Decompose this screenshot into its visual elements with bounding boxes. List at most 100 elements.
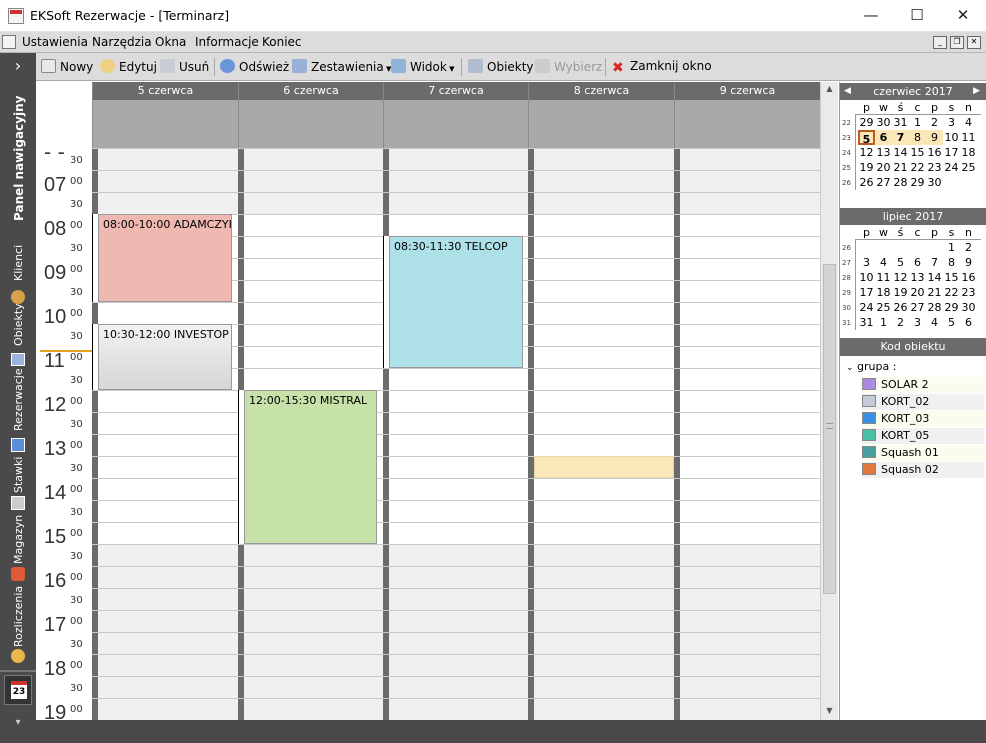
day-cell[interactable]: 1 xyxy=(875,315,892,330)
day-cell[interactable]: 12 xyxy=(858,145,875,160)
next-month-button[interactable]: ▶ xyxy=(973,83,980,100)
day-cell[interactable]: 4 xyxy=(875,255,892,270)
vertical-scrollbar[interactable]: ▲ ▼ xyxy=(820,82,838,720)
edit-button[interactable]: Edytuj xyxy=(100,59,157,74)
nav-item-stawki[interactable]: Stawki xyxy=(12,457,25,493)
reservation-telcop[interactable]: 08:30-11:30 TELCOP xyxy=(389,236,523,368)
delete-button[interactable]: Usuń xyxy=(160,59,209,74)
day-cell[interactable]: 16 xyxy=(926,145,943,160)
day-cell[interactable]: 10 xyxy=(943,130,960,145)
day-cell[interactable]: 28 xyxy=(926,300,943,315)
day-cell[interactable]: 13 xyxy=(909,270,926,285)
day-cell[interactable]: 12 xyxy=(892,270,909,285)
day-cell[interactable]: 10 xyxy=(858,270,875,285)
day-cell[interactable] xyxy=(943,175,960,190)
day-cell[interactable] xyxy=(892,240,909,255)
nav-item-klienci[interactable]: Klienci xyxy=(12,245,25,281)
day-cell[interactable]: 30 xyxy=(926,175,943,190)
day-cell[interactable]: 20 xyxy=(875,160,892,175)
day-cell[interactable]: 31 xyxy=(892,115,909,130)
mdi-restore-button[interactable]: ❐ xyxy=(950,36,964,49)
day-cell[interactable] xyxy=(909,240,926,255)
day-header-4[interactable]: 8 czerwca xyxy=(528,82,674,100)
close-window-button[interactable]: ✖ Zamknij okno xyxy=(612,59,712,76)
day-header-2[interactable]: 6 czerwca xyxy=(238,82,383,100)
day-cell[interactable]: 2 xyxy=(892,315,909,330)
allday-cell-2[interactable] xyxy=(238,100,383,148)
day-cell[interactable]: 15 xyxy=(943,270,960,285)
menu-informacje[interactable]: Informacje xyxy=(195,35,259,49)
day-cell[interactable]: 21 xyxy=(892,160,909,175)
legend-item[interactable]: KORT_02 xyxy=(862,394,984,410)
day-cell[interactable]: 26 xyxy=(892,300,909,315)
day-cell[interactable]: 16 xyxy=(960,270,977,285)
allday-cell-4[interactable] xyxy=(528,100,674,148)
day-cell[interactable] xyxy=(858,240,875,255)
nav-item-obiekty[interactable]: Obiekty xyxy=(12,303,25,346)
day-cell[interactable]: 7 xyxy=(926,255,943,270)
minimize-button[interactable]: — xyxy=(848,0,894,31)
scroll-up-arrow[interactable]: ▲ xyxy=(821,84,838,93)
select-button[interactable]: Wybierz xyxy=(535,59,602,74)
day-cell[interactable]: 29 xyxy=(943,300,960,315)
day-cell[interactable]: 27 xyxy=(909,300,926,315)
menu-koniec[interactable]: Koniec xyxy=(262,35,302,49)
nav-item-magazyn[interactable]: Magazyn xyxy=(12,515,25,564)
view-dropdown[interactable]: Widok ▼ xyxy=(391,59,454,74)
menu-narzedzia[interactable]: Narzędzia xyxy=(92,35,152,49)
day-header-1[interactable]: 5 czerwca xyxy=(92,82,238,100)
day-cell[interactable]: 8 xyxy=(909,130,926,145)
maximize-button[interactable]: ☐ xyxy=(894,0,940,31)
day-cell[interactable]: 6 xyxy=(909,255,926,270)
allday-cell-3[interactable] xyxy=(383,100,528,148)
day-cell[interactable]: 18 xyxy=(875,285,892,300)
close-button[interactable]: ✕ xyxy=(940,0,986,31)
expand-panel-button[interactable]: › xyxy=(0,56,36,78)
day-cell[interactable]: 22 xyxy=(943,285,960,300)
day-cell[interactable] xyxy=(926,240,943,255)
day-header-3[interactable]: 7 czerwca xyxy=(383,82,528,100)
reports-dropdown[interactable]: Zestawienia ▼ xyxy=(292,59,391,74)
day-cell[interactable]: 3 xyxy=(858,255,875,270)
day-cell[interactable]: 24 xyxy=(858,300,875,315)
day-cell[interactable]: 3 xyxy=(943,115,960,130)
day-cell[interactable]: 2 xyxy=(926,115,943,130)
day-cell[interactable]: 20 xyxy=(909,285,926,300)
day-cell[interactable]: 11 xyxy=(960,130,977,145)
day-cell[interactable]: 30 xyxy=(875,115,892,130)
legend-item[interactable]: KORT_05 xyxy=(862,428,984,444)
day-cell[interactable]: 21 xyxy=(926,285,943,300)
scroll-thumb[interactable] xyxy=(823,264,836,594)
day-cell[interactable]: 7 xyxy=(892,130,909,145)
day-cell[interactable]: 18 xyxy=(960,145,977,160)
day-cell[interactable]: 6 xyxy=(960,315,977,330)
legend-item[interactable]: Squash 01 xyxy=(862,445,984,461)
day-cell[interactable]: 30 xyxy=(960,300,977,315)
day-cell[interactable]: 15 xyxy=(909,145,926,160)
prev-month-button[interactable]: ◀ xyxy=(844,83,851,100)
day-cell[interactable]: 31 xyxy=(858,315,875,330)
time-grid[interactable]: 08:00-10:00 ADAMCZYK 10:30-12:00 INVESTO… xyxy=(92,148,820,720)
day-cell[interactable]: 8 xyxy=(943,255,960,270)
allday-cell-1[interactable] xyxy=(92,100,238,148)
day-cell[interactable]: 22 xyxy=(909,160,926,175)
legend-item[interactable]: KORT_03 xyxy=(862,411,984,427)
reservation-mistral[interactable]: 12:00-15:30 MISTRAL xyxy=(244,390,377,544)
legend-item[interactable]: SOLAR 2 xyxy=(862,377,984,393)
mdi-minimize-button[interactable]: _ xyxy=(933,36,947,49)
day-cell[interactable]: 25 xyxy=(875,300,892,315)
objects-button[interactable]: Obiekty xyxy=(468,59,534,74)
day-cell[interactable]: 26 xyxy=(858,175,875,190)
day-cell[interactable]: 6 xyxy=(875,130,892,145)
group-row[interactable]: ⌄ grupa : xyxy=(846,360,896,373)
scroll-down-arrow[interactable]: ▼ xyxy=(821,706,838,715)
mdi-close-button[interactable]: ✕ xyxy=(967,36,981,49)
nav-item-rozliczenia[interactable]: Rozliczenia xyxy=(12,586,25,647)
day-cell[interactable]: 27 xyxy=(875,175,892,190)
day-cell[interactable]: 4 xyxy=(960,115,977,130)
day-cell[interactable]: 4 xyxy=(926,315,943,330)
day-cell[interactable]: 2 xyxy=(960,240,977,255)
day-cell[interactable]: 28 xyxy=(892,175,909,190)
day-cell[interactable]: 17 xyxy=(943,145,960,160)
day-header-5[interactable]: 9 czerwca xyxy=(674,82,820,100)
